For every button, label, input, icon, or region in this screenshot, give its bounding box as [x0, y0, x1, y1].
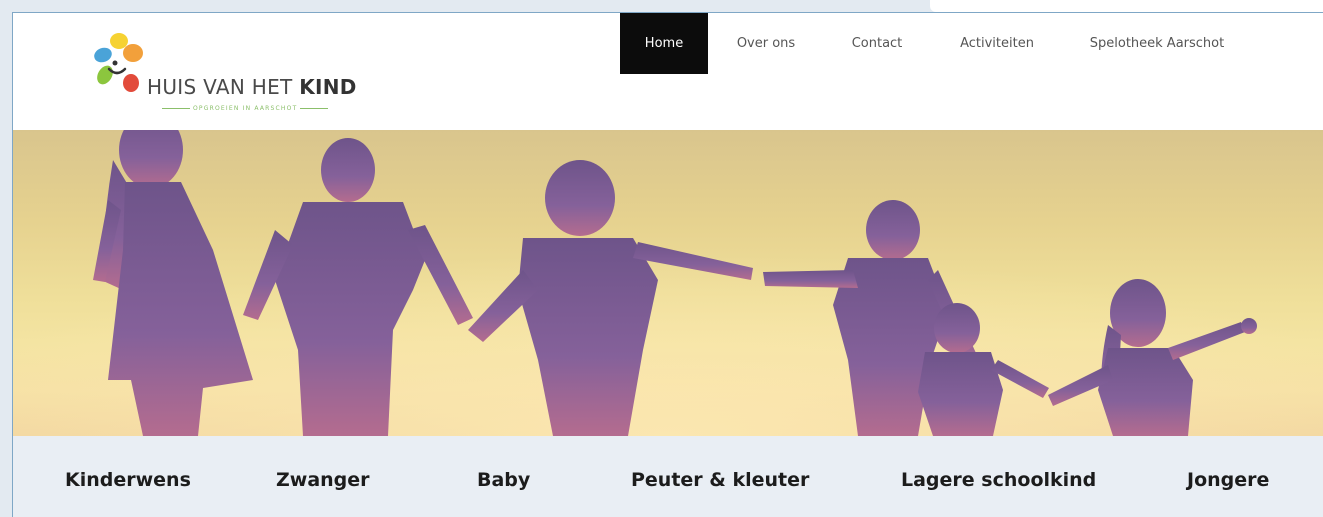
category-zwanger[interactable]: Zwanger — [276, 469, 370, 491]
logo-title: HUIS VAN HET KIND — [147, 75, 357, 99]
category-peuter-kleuter[interactable]: Peuter & kleuter — [631, 469, 809, 491]
site-header: HUIS VAN HET KIND OPGROEIEN IN AARSCHOT … — [13, 13, 1323, 130]
nav-contact[interactable]: Contact — [824, 13, 930, 74]
logo-mark-icon — [94, 33, 143, 92]
children-silhouette-image — [13, 130, 1323, 436]
browser-viewport: HUIS VAN HET KIND OPGROEIEN IN AARSCHOT … — [12, 12, 1323, 517]
logo-tagline: OPGROEIEN IN AARSCHOT — [159, 105, 331, 112]
main-nav: Home Over ons Contact Activiteiten Spelo… — [620, 13, 1250, 74]
site-logo[interactable]: HUIS VAN HET KIND OPGROEIEN IN AARSCHOT — [81, 25, 371, 120]
category-baby[interactable]: Baby — [477, 469, 530, 491]
nav-spelotheek[interactable]: Spelotheek Aarschot — [1064, 13, 1250, 74]
nav-home[interactable]: Home — [620, 13, 708, 74]
nav-over-ons[interactable]: Over ons — [708, 13, 824, 74]
hero-banner — [13, 130, 1323, 436]
nav-activiteiten[interactable]: Activiteiten — [930, 13, 1064, 74]
category-jongere[interactable]: Jongere — [1187, 469, 1269, 491]
category-kinderwens[interactable]: Kinderwens — [65, 469, 191, 491]
window-edge — [930, 0, 1323, 12]
category-lagere-schoolkind[interactable]: Lagere schoolkind — [901, 469, 1096, 491]
category-bar: Kinderwens Zwanger Baby Peuter & kleuter… — [13, 436, 1323, 517]
